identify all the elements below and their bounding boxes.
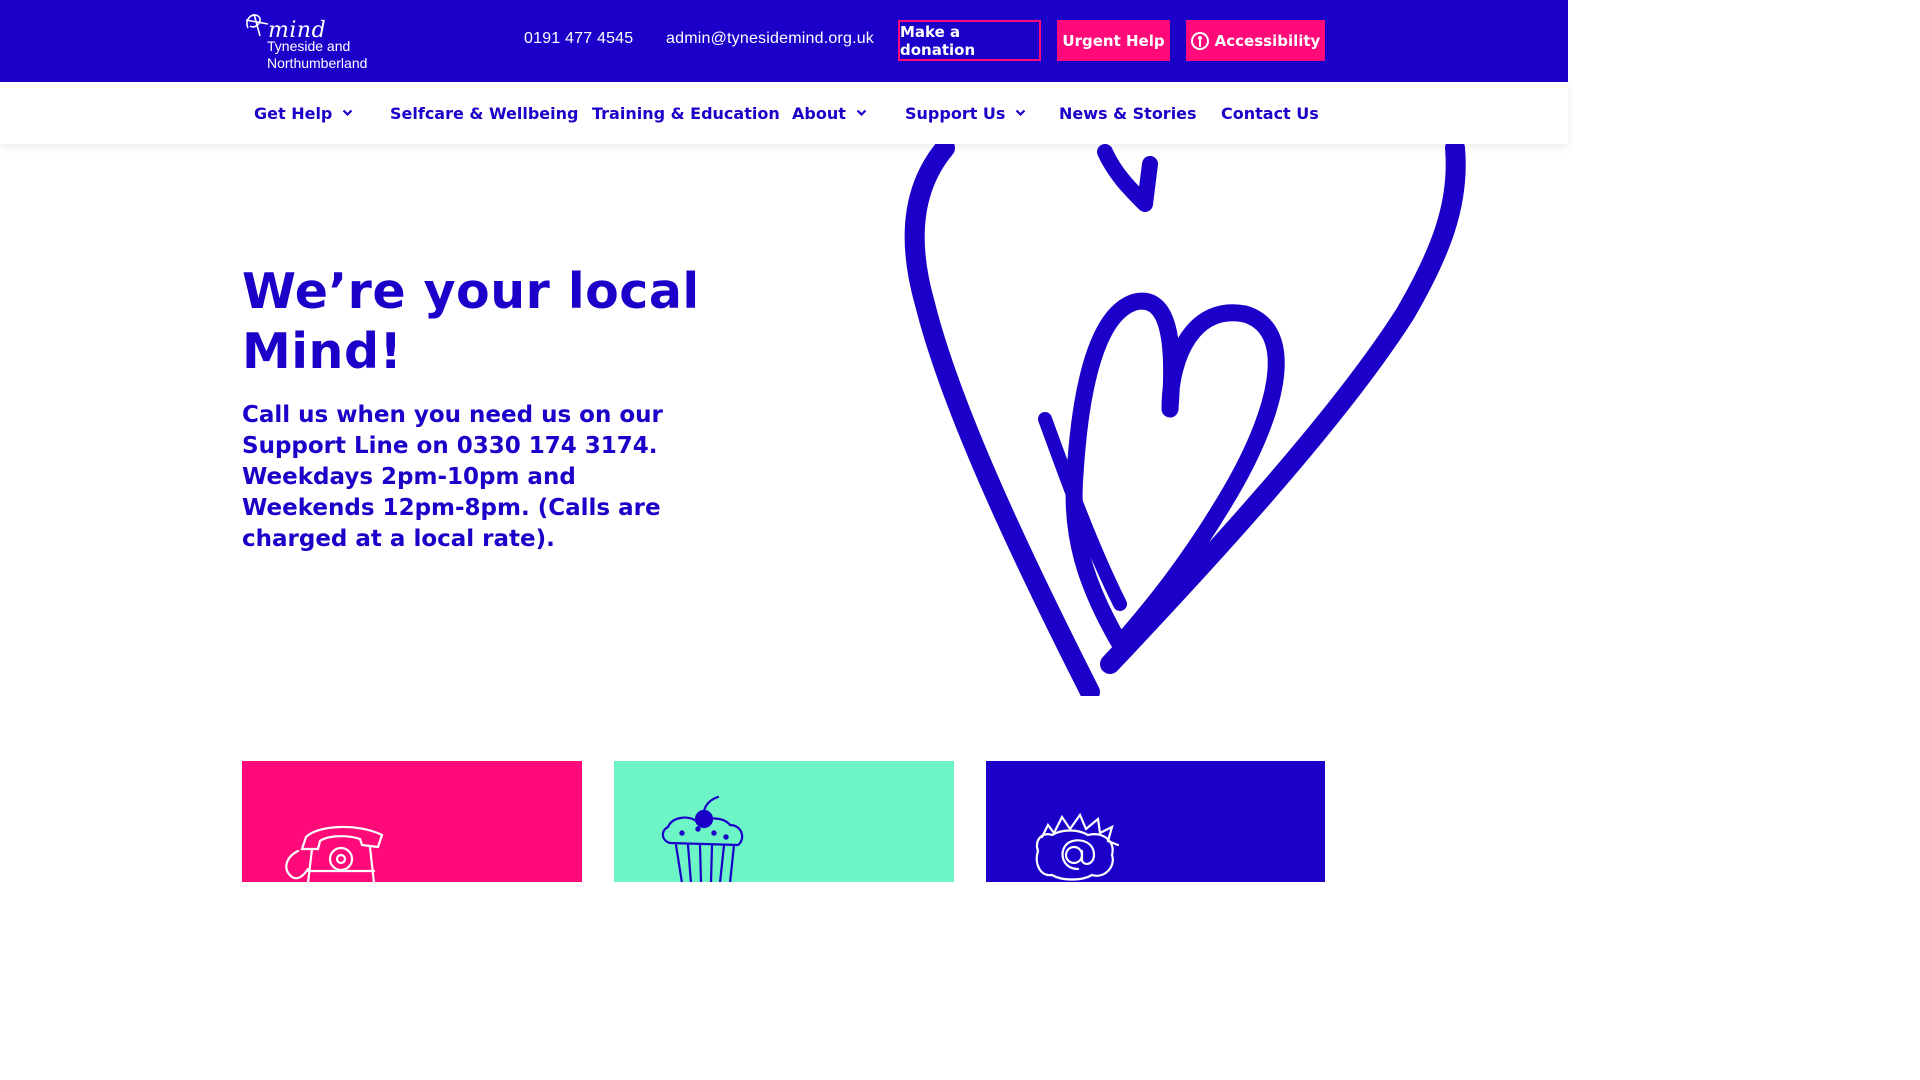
nav-item-label: Selfcare & Wellbeing (390, 103, 579, 123)
top-bar: mind Tyneside and Northumberland 0191 47… (0, 0, 1568, 82)
hero-title-line1: We’re your local (242, 263, 700, 320)
chevron-down-icon (1016, 109, 1026, 117)
accessibility-icon (1190, 31, 1209, 50)
nav-item-selfcare[interactable]: Selfcare & Wellbeing (390, 82, 578, 144)
nav-item-get-help[interactable]: Get Help (254, 82, 353, 144)
at-sign-icon (1035, 812, 1120, 881)
telephone-icon (285, 825, 384, 882)
hero-title: We’re your local Mind! (242, 262, 802, 382)
cupcake-icon (661, 795, 744, 882)
card-at-sign[interactable] (986, 761, 1325, 882)
heart-illustration-icon (904, 144, 1466, 696)
nav-item-label: Support Us (905, 103, 1006, 123)
nav-item-contact[interactable]: Contact Us (1221, 82, 1319, 144)
logo-subtitle: Tyneside and Northumberland (267, 38, 417, 72)
chevron-down-icon (343, 109, 353, 117)
card-cupcake[interactable] (614, 761, 954, 882)
logo-subtitle-line2: Northumberland (267, 55, 368, 71)
nav-item-label: Contact Us (1221, 103, 1319, 123)
nav-item-training[interactable]: Training & Education (592, 82, 780, 144)
nav-item-about[interactable]: About (792, 82, 867, 144)
accessibility-button-label: Accessibility (1214, 31, 1321, 50)
accessibility-button[interactable]: Accessibility (1186, 20, 1325, 61)
urgent-help-button-label: Urgent Help (1062, 31, 1165, 50)
nav-item-support-us[interactable]: Support Us (905, 82, 1026, 144)
main-nav: Get Help Selfcare & Wellbeing Training &… (0, 82, 1568, 144)
card-telephone[interactable] (242, 761, 582, 882)
nav-item-label: Get Help (254, 103, 333, 123)
hero-support-text: Call us when you need us on our Support … (242, 402, 663, 552)
chevron-down-icon (856, 109, 867, 117)
nav-item-label: Training & Education (592, 103, 780, 123)
donate-button[interactable]: Make a donation (898, 20, 1041, 61)
nav-item-label: News & Stories (1059, 103, 1197, 123)
donate-button-label: Make a donation (900, 22, 976, 59)
nav-item-news[interactable]: News & Stories (1059, 82, 1197, 144)
phone-link[interactable]: 0191 477 4545 (524, 30, 633, 48)
urgent-help-button[interactable]: Urgent Help (1057, 20, 1170, 61)
email-link[interactable]: admin@tynesidemind.org.uk (666, 30, 874, 48)
nav-item-label: About (792, 103, 846, 123)
site-logo[interactable]: mind Tyneside and Northumberland (242, 10, 392, 74)
logo-subtitle-line1: Tyneside and (267, 38, 351, 54)
hero-title-line2: Mind! (242, 323, 403, 380)
